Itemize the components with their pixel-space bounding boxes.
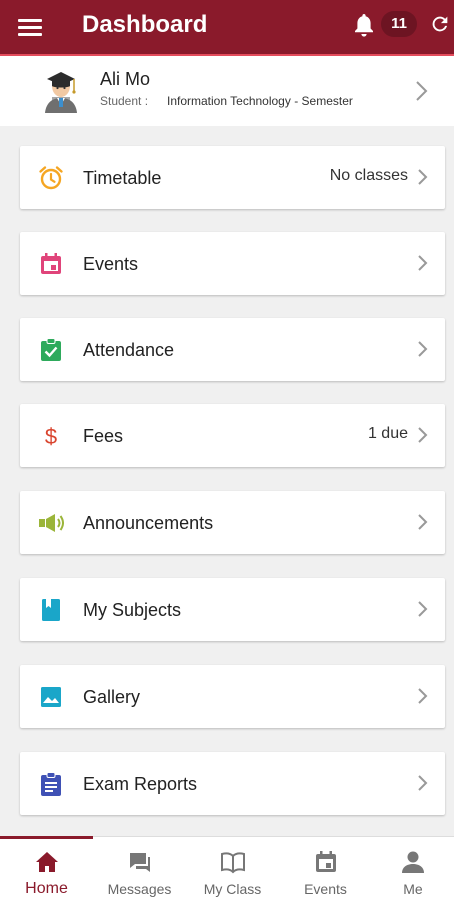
image-icon (41, 687, 61, 707)
bell-icon[interactable] (352, 12, 376, 38)
card-label: Exam Reports (83, 774, 198, 794)
chevron-right-icon (416, 81, 428, 101)
report-icon (41, 772, 61, 796)
megaphone-icon (39, 514, 64, 532)
chevron-right-icon (418, 341, 428, 357)
chevron-right-icon (418, 255, 428, 271)
home-icon (35, 852, 58, 872)
refresh-icon[interactable] (429, 13, 451, 35)
card-events[interactable]: Events (20, 232, 445, 295)
card-my-subjects[interactable]: My Subjects (20, 578, 445, 641)
card-value: 1 due (367, 425, 408, 442)
calendar-icon (315, 851, 336, 872)
card-label: Attendance (83, 340, 175, 360)
chevron-right-icon (418, 775, 428, 791)
card-announcements[interactable]: Announcements (20, 491, 445, 554)
student-role: Student : (100, 94, 149, 108)
chat-icon (129, 853, 150, 872)
card-timetable[interactable]: Timetable No classes (20, 146, 445, 209)
nav-label: Me (403, 881, 423, 897)
card-label: Events (83, 254, 139, 274)
chevron-right-icon (418, 601, 428, 617)
card-label: Fees (83, 426, 124, 446)
nav-label: Messages (107, 881, 172, 897)
card-exam-reports[interactable]: Exam Reports (20, 752, 445, 815)
chevron-right-icon (418, 427, 428, 443)
app-bar: Dashboard 11 (0, 0, 454, 54)
card-attendance[interactable]: Attendance (20, 318, 445, 381)
page-title: Dashboard (82, 11, 208, 38)
student-program: Information Technology - Semester (167, 94, 353, 108)
alarm-clock-icon (39, 166, 63, 190)
card-label: Timetable (83, 168, 162, 188)
student-avatar (45, 72, 77, 113)
notification-badge[interactable]: 11 (381, 11, 417, 37)
clipboard-check-icon (41, 338, 61, 361)
nav-label: Home (25, 880, 68, 897)
person-icon (402, 851, 424, 873)
card-gallery[interactable]: Gallery (20, 665, 445, 728)
chevron-right-icon (418, 169, 428, 185)
nav-events[interactable]: Events (279, 837, 372, 900)
dollar-icon: $ (45, 424, 57, 449)
chevron-right-icon (418, 514, 428, 530)
nav-me[interactable]: Me (372, 837, 454, 900)
card-label: Gallery (83, 687, 141, 707)
card-label: My Subjects (83, 600, 182, 620)
card-value: No classes (329, 167, 408, 184)
chevron-right-icon (418, 688, 428, 704)
book-icon (42, 599, 60, 621)
menu-icon[interactable] (18, 12, 54, 42)
nav-label: My Class (203, 881, 262, 897)
bottom-nav: Home Messages My Class Events Me (0, 836, 454, 900)
nav-my-class[interactable]: My Class (186, 837, 279, 900)
card-fees[interactable]: $ Fees 1 due (20, 404, 445, 467)
nav-label: Events (304, 881, 347, 897)
card-label: Announcements (83, 513, 214, 533)
open-book-icon (220, 852, 245, 874)
student-name: Ali Mo (100, 69, 151, 89)
nav-home[interactable]: Home (0, 837, 93, 900)
svg-text:$: $ (45, 424, 57, 449)
nav-messages[interactable]: Messages (93, 837, 186, 900)
calendar-icon (41, 253, 61, 274)
profile-row[interactable]: Ali Mo Student : Information Technology … (0, 54, 454, 126)
